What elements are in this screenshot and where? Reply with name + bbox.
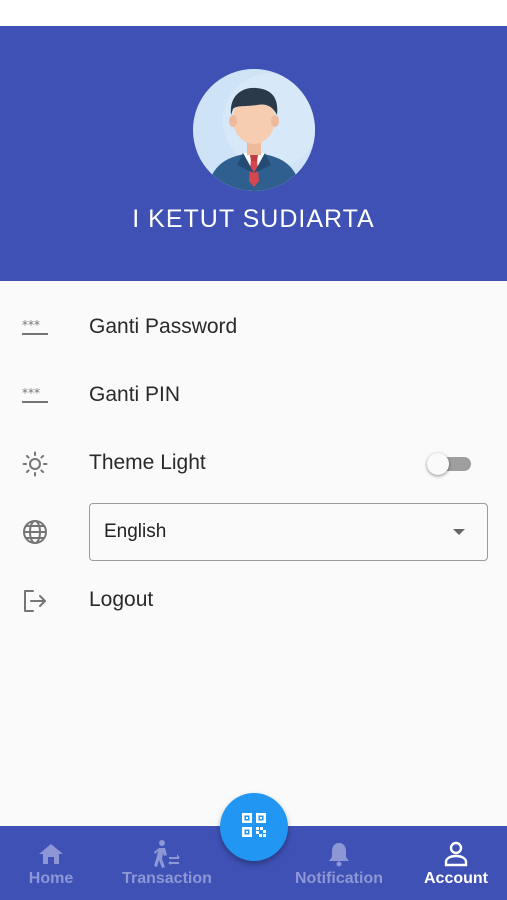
logout-icon [20,586,50,616]
language-selected-value: English [104,521,167,542]
avatar [193,69,315,191]
theme-label: Theme Light [89,451,206,474]
home-icon [37,840,65,868]
nav-item-account[interactable]: Account [410,826,502,900]
change-password-label: Ganti Password [89,315,238,338]
pin-icon: *** [20,381,50,411]
qr-code-icon [241,812,267,843]
menu-item-logout[interactable]: Logout [0,571,507,631]
transaction-icon [153,840,181,868]
nav-item-transaction[interactable]: Transaction [112,826,222,900]
sun-icon [20,449,50,479]
nav-label-home: Home [28,870,74,887]
menu-item-change-password[interactable]: *** Ganti Password [0,298,507,358]
password-icon: *** [20,313,50,343]
scan-qr-button[interactable] [220,793,288,861]
globe-icon [20,517,50,547]
language-dropdown[interactable]: English [89,503,488,561]
user-name: I KETUT SUDIARTA [132,205,375,233]
change-pin-label: Ganti PIN [89,383,181,406]
nav-label-account: Account [424,870,488,887]
person-icon [442,840,470,868]
nav-label-transaction: Transaction [122,870,212,887]
profile-header: I KETUT SUDIARTA [0,26,507,281]
toggle-thumb [427,453,449,475]
nav-item-home[interactable]: Home [0,826,102,900]
avatar-illustration [193,69,315,191]
theme-toggle[interactable] [427,453,473,475]
menu-item-theme: Theme Light [0,434,507,494]
dropdown-arrow-icon [453,529,465,535]
svg-text:***: *** [22,318,40,332]
nav-item-notification[interactable]: Notification [286,826,392,900]
status-bar [0,0,507,26]
logout-label: Logout [89,588,154,611]
bell-icon [325,840,353,868]
svg-text:***: *** [22,386,40,400]
nav-label-notification: Notification [295,870,383,887]
menu-item-change-pin[interactable]: *** Ganti PIN [0,366,507,426]
